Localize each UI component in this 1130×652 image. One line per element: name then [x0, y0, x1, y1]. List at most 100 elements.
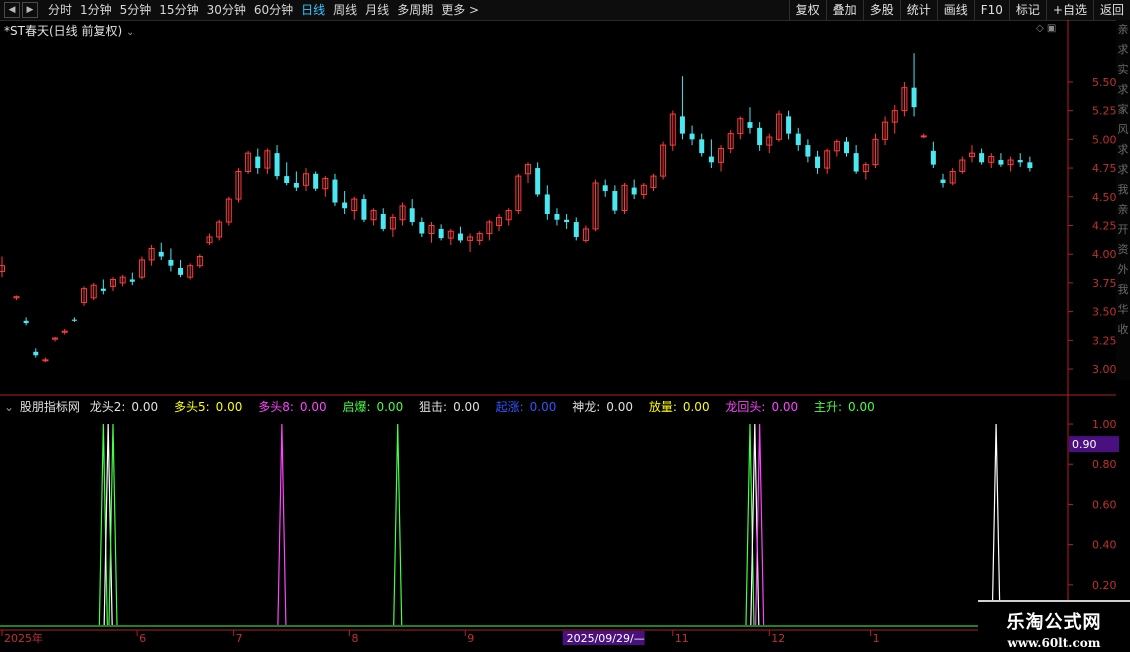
candle-body [843, 141, 849, 154]
indicator-legend: ⌄ 股朋指标网 龙头2: 0.00 多头5: 0.00 多头8: 0.00 启爆: 0.… [4, 398, 887, 415]
candle-body [853, 153, 859, 172]
ind-y-tick-label: 1.00 [1092, 418, 1117, 431]
candle-body [679, 116, 685, 134]
candle-body [805, 145, 811, 157]
side-strip-char: 亲 [1117, 203, 1129, 216]
candle-body [815, 156, 821, 169]
value-label: 0.90 [1072, 438, 1097, 451]
x-tick-label: 2025年 [4, 631, 43, 645]
candle-body [699, 139, 705, 154]
side-strip-char: 家 [1117, 103, 1129, 116]
indicator-spike [277, 424, 287, 626]
side-strip-char: 求 [1117, 143, 1129, 156]
candle-body [178, 267, 184, 275]
indicator-spike [991, 424, 1001, 626]
side-strip-char: 收 [1117, 323, 1129, 336]
candle-body [795, 133, 801, 146]
indicator-name[interactable]: 股朋指标网 [20, 400, 80, 414]
x-tick-label: 6 [139, 632, 146, 645]
indicator-item: 龙头2: 0.00 [89, 400, 159, 414]
watermark: 乐淘公式网 www.60lt.com [978, 600, 1130, 652]
candle-body [612, 191, 618, 211]
watermark-title: 乐淘公式网 [1006, 612, 1102, 633]
side-info-strip: 亲求实求家风求求我亲开资外我华收 [1116, 20, 1130, 380]
indicator-item: 起涨: 0.00 [495, 400, 557, 414]
y-tick-label: 4.75 [1092, 162, 1117, 175]
side-strip-char: 我 [1117, 283, 1129, 296]
candle-body [535, 168, 541, 195]
indicator-item: 多头8: 0.00 [258, 400, 327, 414]
side-strip-char: 外 [1117, 263, 1129, 276]
indicator-item: 神龙: 0.00 [572, 400, 633, 414]
candle-body [23, 320, 29, 324]
candle-body [786, 116, 792, 134]
candle-body [564, 219, 570, 223]
y-tick-label: 3.00 [1092, 363, 1117, 376]
candle-body [554, 214, 560, 220]
candle-body [71, 319, 77, 321]
indicator-spike [393, 424, 403, 626]
candle-body [158, 251, 164, 257]
candle-body [573, 222, 579, 237]
y-tick-label: 3.75 [1092, 277, 1117, 290]
candle-body [544, 194, 550, 214]
candle-body [979, 153, 985, 163]
y-tick-label: 5.25 [1092, 105, 1117, 118]
indicator-item: 狙击: 0.00 [419, 400, 480, 414]
side-strip-char: 资 [1117, 243, 1129, 256]
ind-y-tick-label: 0.20 [1092, 579, 1117, 592]
candle-body [602, 185, 608, 192]
candle-body [361, 199, 367, 220]
candle-body [342, 202, 348, 209]
side-strip-char: 我 [1117, 183, 1129, 196]
indicator-item: 多头5: 0.00 [173, 400, 243, 414]
chevron-down-icon[interactable]: ⌄ [4, 400, 14, 414]
side-strip-char: 求 [1117, 43, 1129, 56]
ind-y-tick-label: 0.40 [1092, 539, 1117, 552]
candle-body [940, 179, 946, 183]
candle-body [419, 222, 425, 234]
candle-body [284, 176, 290, 183]
candle-body [293, 182, 299, 188]
candle-body [920, 135, 927, 138]
candle-body [313, 173, 319, 189]
x-tick-label: 9 [467, 632, 474, 645]
x-tick-label: 8 [351, 632, 358, 645]
candle-body [631, 187, 637, 195]
watermark-url: www.60lt.com [1007, 636, 1101, 650]
candle-body [438, 228, 444, 239]
candle-body [457, 233, 463, 241]
y-tick-label: 4.00 [1092, 248, 1117, 261]
side-strip-char: 求 [1117, 83, 1129, 96]
side-strip-char: 开 [1117, 223, 1129, 236]
x-tick-label: 11 [675, 632, 689, 645]
candle-body [747, 122, 753, 128]
candle-body [1017, 160, 1023, 163]
y-tick-label: 3.25 [1092, 334, 1117, 347]
x-tick-label: 2025/09/29/— [567, 632, 645, 645]
candle-body [380, 214, 386, 229]
side-strip-char: 实 [1117, 63, 1129, 76]
candle-body [757, 127, 763, 146]
indicator-item: 启爆: 0.00 [342, 400, 404, 414]
candle-body [708, 156, 714, 163]
y-tick-label: 5.00 [1092, 133, 1117, 146]
y-tick-label: 4.50 [1092, 191, 1117, 204]
candle-body [33, 351, 39, 356]
candle-body [255, 156, 261, 169]
chart-canvas[interactable]: 3.00 3.25 3.50 3.75 4.00 4.25 4.50 4.75 5.00 5.25… [0, 0, 1130, 650]
side-strip-char: 风 [1117, 123, 1129, 136]
candle-body [42, 359, 49, 362]
x-tick-label: 12 [771, 632, 785, 645]
y-tick-label: 4.25 [1092, 219, 1117, 232]
candle-body [998, 160, 1004, 165]
candle-body [100, 288, 106, 291]
indicator-item: 龙回头: 0.00 [725, 400, 799, 414]
ind-y-tick-label: 0.80 [1092, 458, 1117, 471]
candle-body [689, 133, 695, 140]
indicator-item: 放量: 0.00 [648, 400, 710, 414]
candle-body [168, 259, 174, 266]
x-tick-label: 7 [236, 632, 243, 645]
indicator-item: 主升: 0.00 [814, 400, 875, 414]
candle-body [930, 150, 936, 165]
